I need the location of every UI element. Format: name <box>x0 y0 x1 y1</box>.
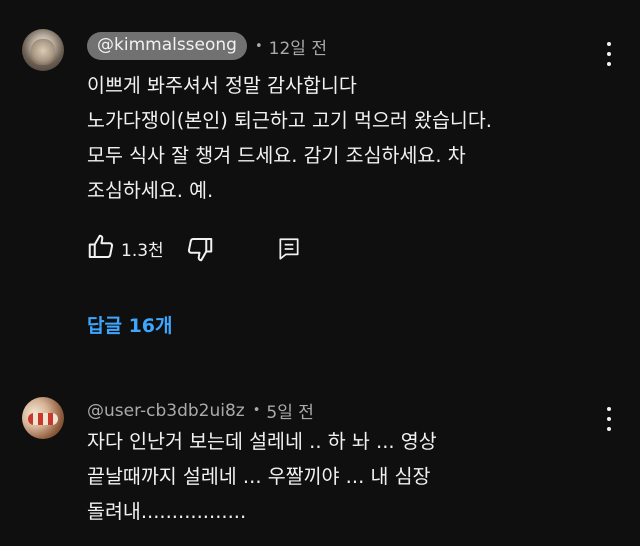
replies-toggle[interactable]: 답글 16개 <box>87 311 173 338</box>
comment-time[interactable]: 12일 전 <box>269 34 327 59</box>
comment-time[interactable]: 5일 전 <box>266 398 314 423</box>
comment-line: 노가다쟁이(본인) 퇴근하고 고기 먹으러 왔습니다. <box>87 109 493 132</box>
comment-line: 돌려내................. <box>87 500 247 523</box>
thumbs-up-icon[interactable] <box>86 232 116 262</box>
author-name[interactable]: @kimmalsseong <box>87 32 247 60</box>
comment-header: @kimmalsseong • 12일 전 <box>87 32 327 60</box>
separator-dot: • <box>252 403 261 418</box>
like-count: 1.3천 <box>121 241 164 261</box>
author-name[interactable]: @user-cb3db2ui8z <box>87 399 245 423</box>
avatar[interactable] <box>22 397 64 439</box>
comment-actions: 1.3천 <box>86 232 386 264</box>
comment-line: 모두 식사 잘 챙겨 드세요. 감기 조심하세요. 차 <box>87 144 466 167</box>
comment-text: 자다 인난거 보는데 설레네 .. 하 놔 ... 영상 끝날때까지 설레네 .… <box>87 424 607 529</box>
comment-line: 조심하세요. 예. <box>87 179 214 202</box>
comment-text: 이쁘게 봐주셔서 정말 감사합니다 노가다쟁이(본인) 퇴근하고 고기 먹으러 … <box>87 68 607 208</box>
avatar[interactable] <box>22 29 64 71</box>
more-vert-icon[interactable] <box>606 42 612 66</box>
comment-line: 자다 인난거 보는데 설레네 .. 하 놔 ... 영상 <box>87 430 437 453</box>
comment-line: 끝날때까지 설레네 ... 우짤끼야 ... 내 심장 <box>87 465 431 488</box>
separator-dot: • <box>254 38 263 54</box>
comment-line: 이쁘게 봐주셔서 정말 감사합니다 <box>87 74 357 97</box>
comment-header: @user-cb3db2ui8z • 5일 전 <box>87 398 314 424</box>
reply-icon[interactable] <box>276 236 302 262</box>
thumbs-down-icon[interactable] <box>185 234 215 264</box>
